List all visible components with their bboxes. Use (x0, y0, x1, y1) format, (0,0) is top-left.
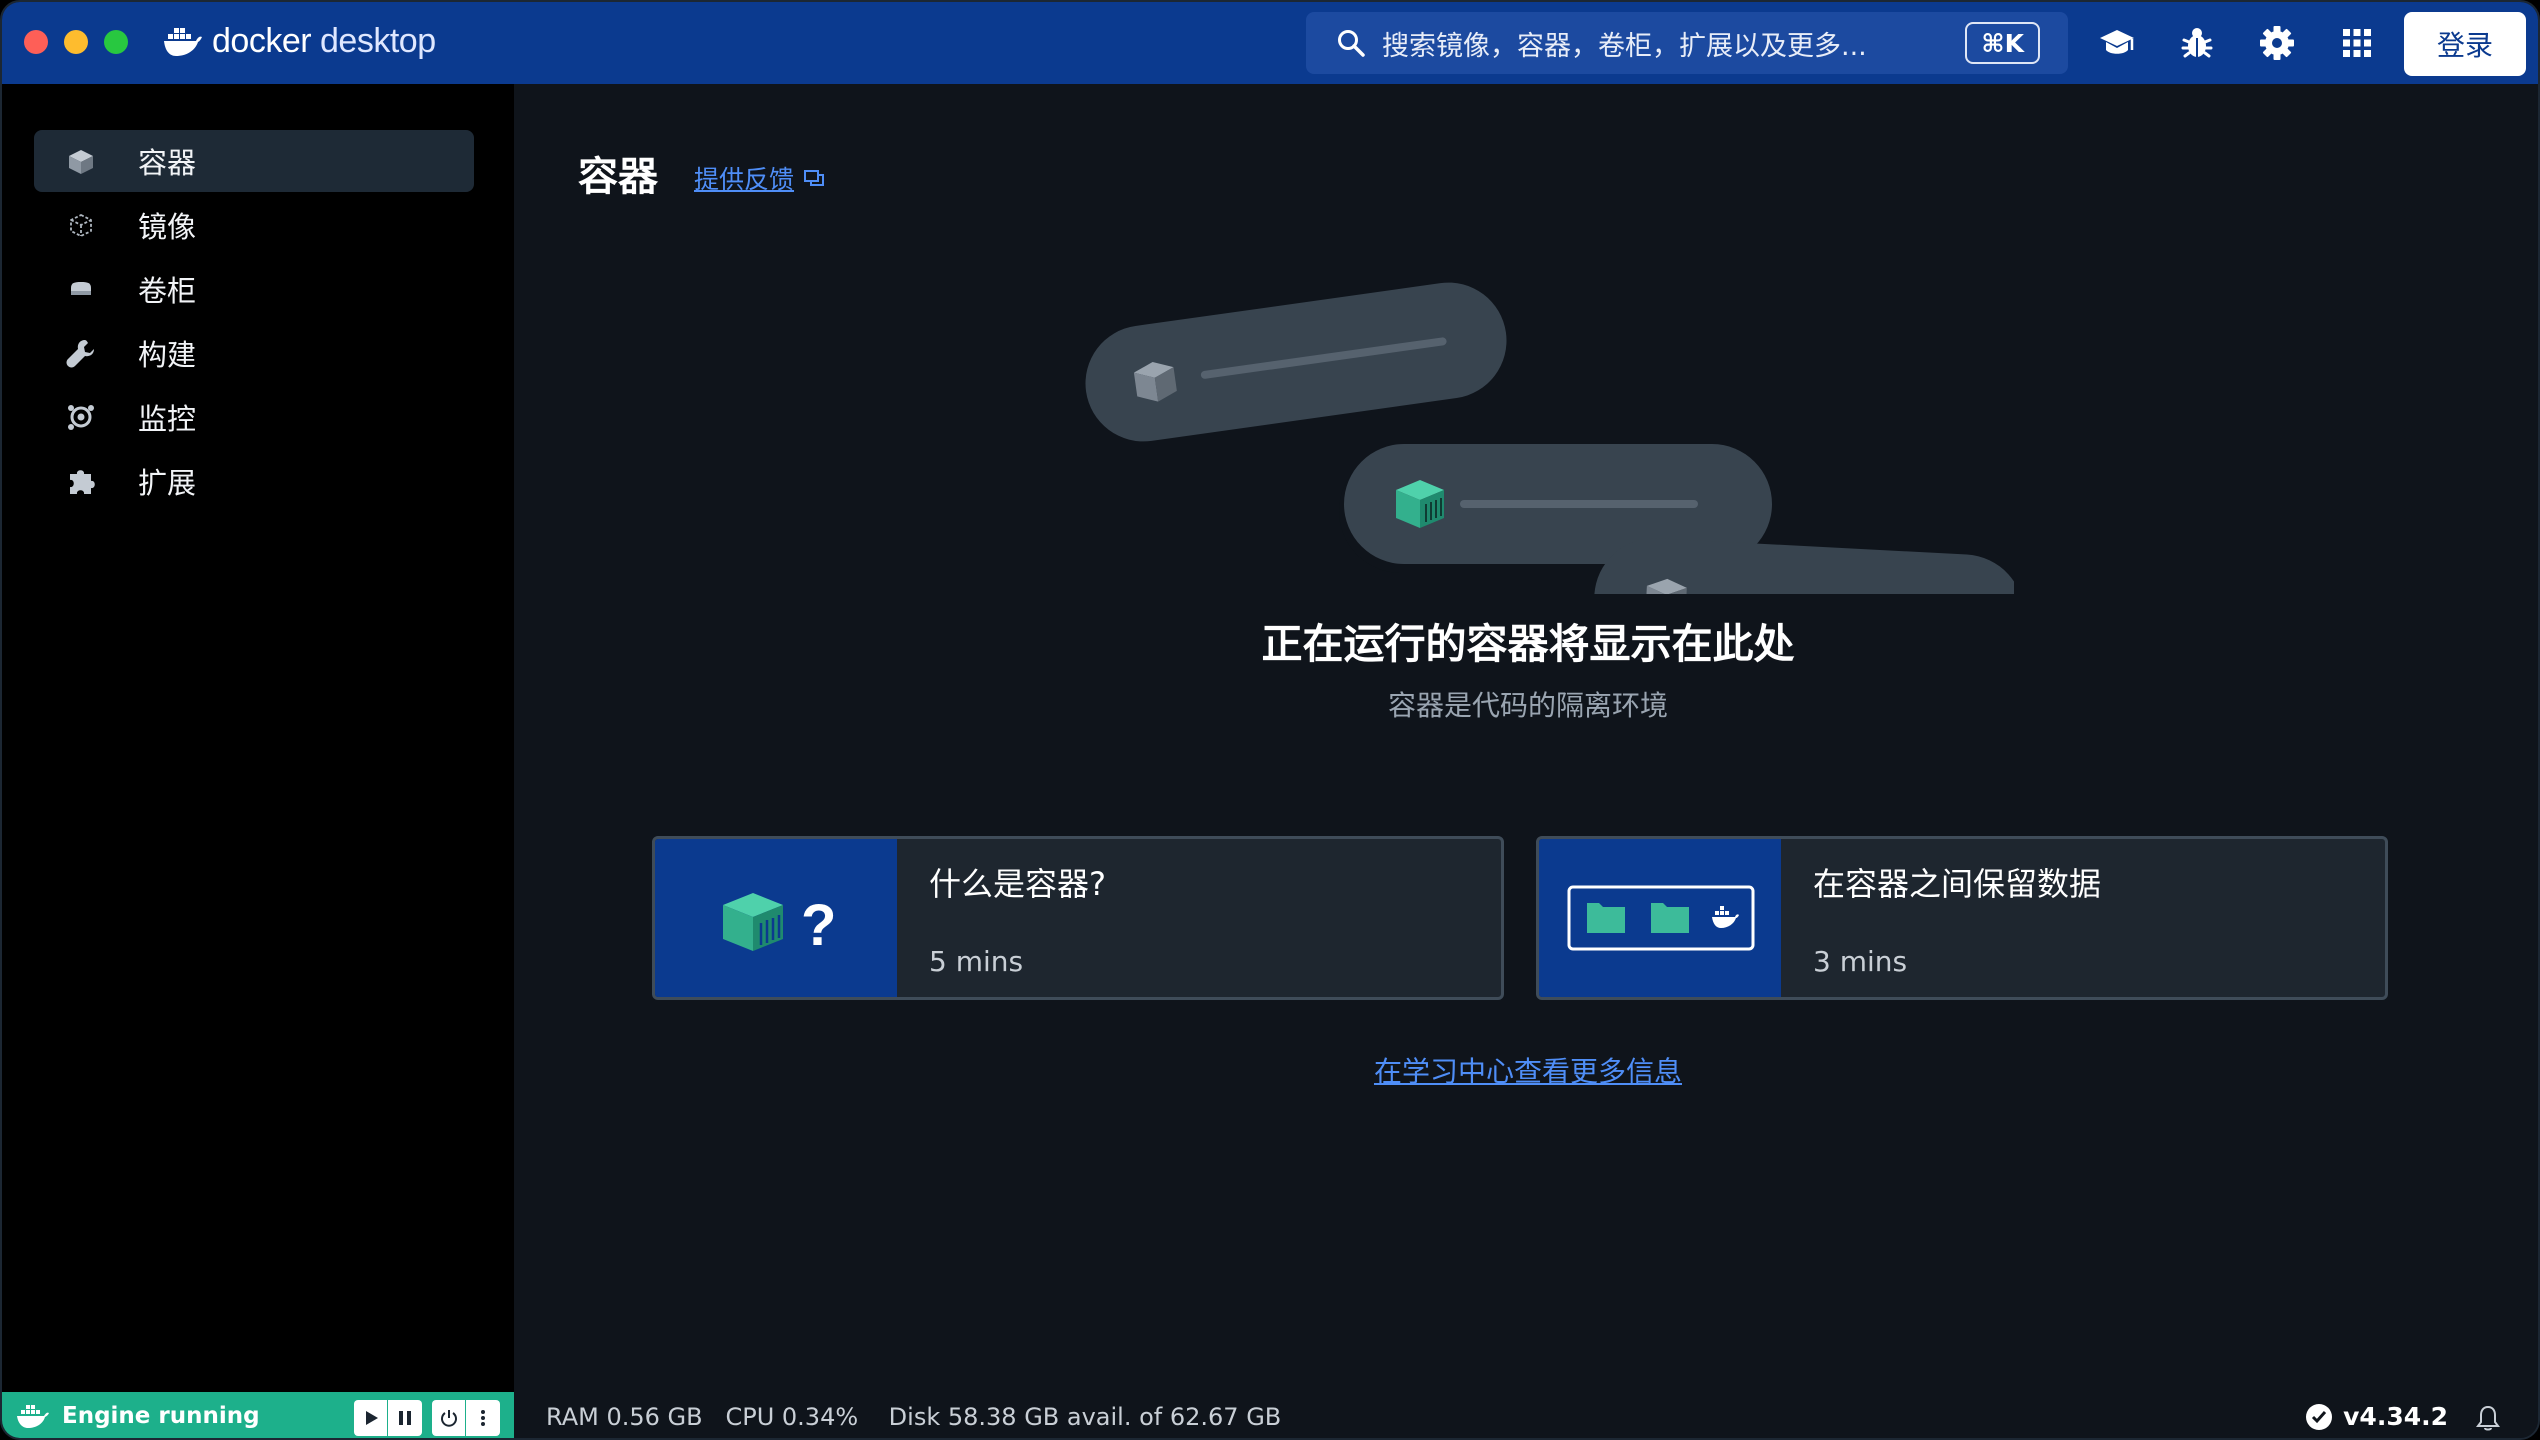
feedback-link-label: 提供反馈 (694, 165, 795, 194)
sidebar-item-volumes[interactable]: 卷柜 (34, 258, 474, 320)
engine-status-label: Engine running (62, 1403, 260, 1429)
ram-usage: RAM 0.56 GB (546, 1403, 703, 1431)
sidebar-item-images[interactable]: 镜像 (34, 194, 474, 256)
troubleshoot-icon[interactable] (2178, 24, 2216, 62)
sidebar-item-builds[interactable]: 构建 (34, 322, 474, 384)
extension-puzzle-icon (70, 470, 95, 494)
power-icon (440, 1410, 457, 1427)
sidebar-item-extensions[interactable]: 扩展 (34, 450, 474, 512)
engine-run-controls (354, 1400, 422, 1436)
card-title: 在容器之间保留数据 (1813, 865, 2102, 903)
status-bar: Engine running RAM 0.56 GB CPU 0.34% Dis… (2, 1392, 2538, 1438)
card-duration: 3 mins (1813, 945, 1908, 978)
resource-stats: RAM 0.56 GB CPU 0.34% Disk 58.38 GB avai… (546, 1403, 1281, 1431)
sidebar-item-containers[interactable]: 容器 (34, 130, 474, 192)
sidebar: 容器 镜像 卷柜 构建 监控 扩展 (2, 84, 514, 1392)
build-wrench-icon (66, 340, 94, 368)
version-badge[interactable]: v4.34.2 (2305, 1402, 2448, 1431)
engine-pause-button[interactable] (388, 1400, 422, 1436)
login-button[interactable]: 登录 (2404, 12, 2526, 76)
feedback-icon (804, 170, 825, 186)
folders-docker-icon (1567, 885, 1755, 951)
engine-start-button[interactable] (354, 1400, 388, 1436)
card-duration: 5 mins (929, 945, 1024, 978)
notifications-bell-icon[interactable] (2474, 1404, 2502, 1432)
global-search[interactable]: 搜索镜像，容器，卷柜，扩展以及更多... ⌘K (1306, 12, 2068, 74)
empty-containers-illustration (1085, 282, 2014, 594)
monitor-icon (68, 405, 94, 430)
learning-center-icon[interactable] (2098, 24, 2136, 62)
minimize-window-button[interactable] (64, 30, 88, 54)
settings-gear-icon[interactable] (2258, 24, 2296, 62)
image-icon (70, 213, 92, 238)
version-label: v4.34.2 (2343, 1402, 2448, 1431)
play-icon (365, 1411, 378, 1425)
docker-whale-icon (164, 27, 202, 56)
main-content: 容器 提供反馈 正在运行的容器将显示在此处 容器是代码的隔离环境 ? 什么是容器… (514, 84, 2538, 1392)
search-placeholder: 搜索镜像，容器，卷柜，扩展以及更多... (1382, 30, 1867, 62)
zoom-window-button[interactable] (104, 30, 128, 54)
sidebar-item-label: 镜像 (138, 210, 197, 244)
empty-state-title: 正在运行的容器将显示在此处 (1261, 620, 1795, 668)
card-title: 什么是容器? (929, 865, 1106, 903)
learn-card-persist-data[interactable]: 在容器之间保留数据 3 mins (1536, 836, 2388, 1000)
page-title: 容器 (578, 154, 658, 200)
disk-usage: Disk 58.38 GB avail. of 62.67 GB (888, 1403, 1282, 1431)
cpu-usage: CPU 0.34% (725, 1403, 859, 1431)
sidebar-item-label: 容器 (138, 146, 197, 180)
sidebar-item-label: 构建 (138, 338, 197, 372)
close-window-button[interactable] (24, 30, 48, 54)
sidebar-item-monitoring[interactable]: 监控 (34, 386, 474, 448)
card-thumbnail: ? (655, 839, 897, 997)
card-thumbnail (1539, 839, 1781, 997)
pause-icon (399, 1411, 411, 1425)
sidebar-item-label: 扩展 (138, 466, 197, 500)
title-bar: docker desktop 搜索镜像，容器，卷柜，扩展以及更多... ⌘K 登… (2, 2, 2538, 84)
engine-power-button[interactable] (432, 1400, 466, 1436)
docker-whale-icon (17, 1405, 49, 1428)
engine-more-button[interactable] (466, 1400, 500, 1436)
search-icon (1338, 30, 1365, 57)
window-controls (24, 30, 128, 54)
container-question-icon: ? (723, 893, 836, 957)
empty-state-subtitle: 容器是代码的隔离环境 (1387, 689, 1668, 722)
apps-grid-icon[interactable] (2338, 24, 2376, 62)
learn-card-what-is-container[interactable]: ? 什么是容器? 5 mins (652, 836, 1504, 1000)
search-shortcut-badge: ⌘K (1965, 22, 2040, 64)
learning-center-link[interactable]: 在学习中心查看更多信息 (514, 1050, 2538, 1090)
volume-icon (71, 282, 91, 295)
container-icon (69, 150, 93, 174)
docker-logo: docker desktop (162, 22, 436, 61)
engine-power-controls (432, 1400, 500, 1436)
check-circle-icon (2306, 1403, 2333, 1430)
feedback-link[interactable]: 提供反馈 (694, 160, 826, 196)
brand-primary: docker (212, 22, 312, 60)
docker-desktop-window: docker desktop 搜索镜像，容器，卷柜，扩展以及更多... ⌘K 登… (0, 0, 2540, 1440)
brand-secondary: desktop (320, 22, 436, 60)
svg-text:?: ? (801, 893, 836, 957)
sidebar-item-label: 监控 (138, 402, 197, 436)
sidebar-item-label: 卷柜 (138, 274, 197, 308)
engine-status[interactable]: Engine running (2, 1392, 514, 1438)
more-vertical-icon (481, 1410, 485, 1426)
